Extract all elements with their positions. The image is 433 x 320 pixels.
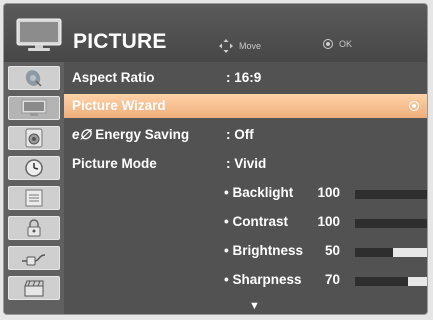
picture-wizard-label: Picture Wizard [72,98,166,113]
setting-brightness[interactable]: • Brightness 50 [224,241,427,261]
ok-hint-label: OK [339,39,353,49]
sidebar-item-option[interactable] [8,186,60,210]
clock-icon [25,159,43,177]
sidebar-item-lock[interactable] [8,216,60,240]
tv-picture-icon [21,99,47,116]
menu-item-aspect-ratio[interactable]: Aspect Ratio : 16:9 [64,66,427,90]
setting-label: • Brightness [224,243,303,258]
level-fill [355,248,393,257]
ok-select-icon [409,101,419,111]
level-bar[interactable] [355,277,427,286]
level-bar[interactable] [355,219,427,228]
setting-label: • Contrast [224,214,288,229]
sidebar-item-usb[interactable] [8,276,60,300]
setting-label: • Backlight [224,185,294,200]
level-bar[interactable] [355,248,427,257]
sidebar-item-setup[interactable] [8,66,60,90]
menu-item-energy-saving[interactable]: e∅ Energy Saving : Off [64,123,427,147]
ok-hint: OK [323,39,352,49]
picture-mode-label: Picture Mode [72,156,157,171]
page-title: PICTURE [73,30,167,53]
sidebar-item-picture[interactable] [8,96,60,120]
dpad-icon [219,39,233,53]
setting-value: 50 [324,243,340,258]
scroll-down-icon[interactable]: ▼ [249,300,260,312]
energy-saving-value: : Off [226,127,254,142]
setting-value: 70 [324,272,340,287]
energy-saving-label: e∅ Energy Saving [72,127,190,142]
ok-icon [323,39,333,49]
aspect-ratio-label: Aspect Ratio [72,70,155,85]
level-fill [355,219,427,228]
setting-value: 100 [317,185,340,200]
picture-menu-window: PICTURE Move OK Aspect Ratio: 16:9 Pict… [3,3,428,315]
setting-label: • Sharpness [224,272,302,287]
level-fill [355,277,408,286]
category-sidebar [4,62,64,314]
clapperboard-icon [24,280,44,297]
menu-item-picture-mode[interactable]: Picture Mode : Vivid [64,152,427,176]
level-bar[interactable] [355,190,427,199]
sidebar-item-input[interactable] [8,246,60,270]
speaker-icon [25,128,43,148]
setting-sharpness[interactable]: • Sharpness 70 [224,270,427,290]
menu-item-picture-wizard[interactable]: Picture Wizard [64,94,427,118]
level-fill [355,190,427,199]
menu-header: PICTURE Move OK [4,4,427,62]
input-plug-icon [22,254,46,266]
energy-saving-icon: e∅ [72,127,92,142]
aspect-ratio-value: : 16:9 [226,70,262,85]
options-list-icon [25,189,43,207]
satellite-dish-icon [25,70,42,87]
setting-backlight[interactable]: • Backlight 100 [224,183,427,203]
setting-contrast[interactable]: • Contrast 100 [224,212,427,232]
picture-settings-panel: Aspect Ratio : 16:9 Picture Wizard e∅ Ene… [64,62,427,314]
sidebar-item-audio[interactable] [8,126,60,150]
setting-value: 100 [317,214,340,229]
move-hint: Move [219,39,261,53]
sidebar-item-time[interactable] [8,156,60,180]
tv-icon [16,18,62,51]
lock-icon [27,219,41,237]
picture-mode-value: : Vivid [226,156,267,171]
move-hint-label: Move [239,41,262,51]
